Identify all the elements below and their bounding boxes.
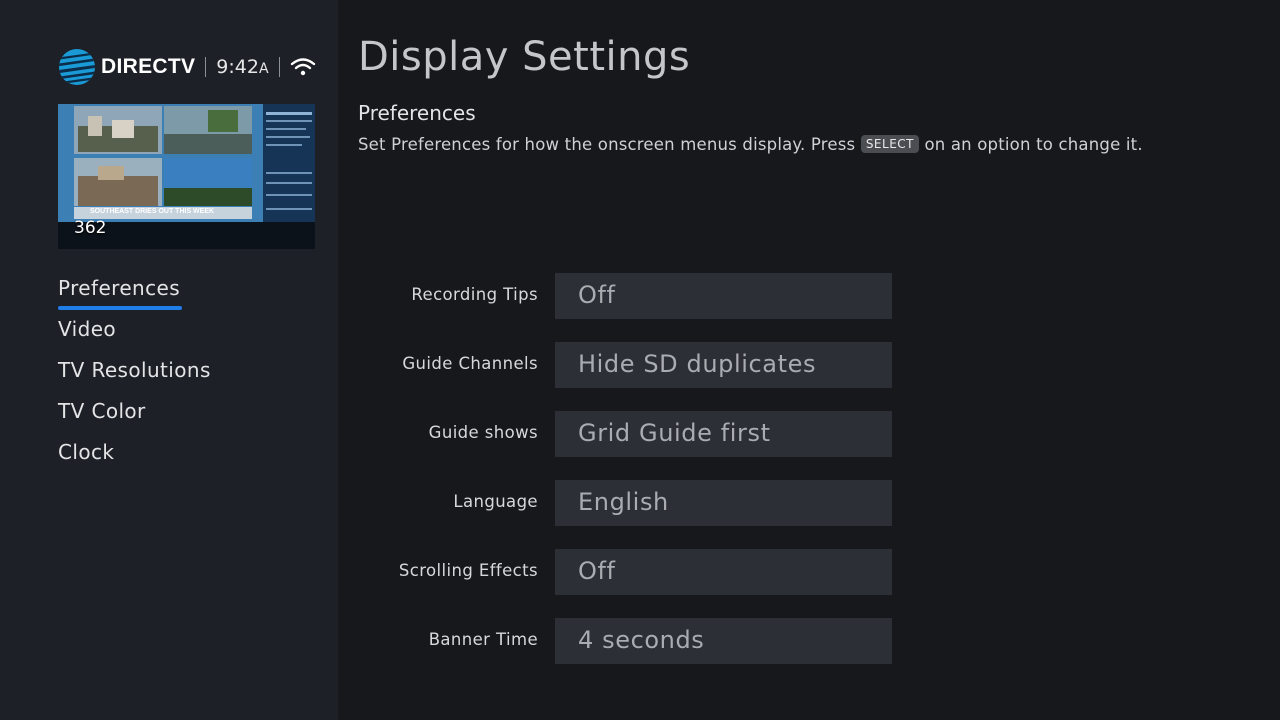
settings-nav: Preferences Video TV Resolutions TV Colo… <box>58 276 211 481</box>
setting-label: Recording Tips <box>411 285 538 304</box>
setting-label: Guide Channels <box>402 354 538 373</box>
live-tv-preview[interactable]: SOUTHEAST DRIES OUT THIS WEEK 362 <box>58 104 315 249</box>
divider <box>278 57 280 77</box>
wifi-icon <box>290 58 315 76</box>
section-title: Preferences <box>358 101 476 125</box>
nav-item-clock[interactable]: Clock <box>58 440 211 481</box>
nav-item-tv-color[interactable]: TV Color <box>58 399 211 440</box>
page-title: Display Settings <box>358 34 691 80</box>
nav-item-video[interactable]: Video <box>58 317 211 358</box>
select-key-badge: SELECT <box>860 135 919 153</box>
setting-label: Language <box>453 492 538 511</box>
setting-value-guide-channels[interactable]: Hide SD duplicates <box>555 342 892 388</box>
brand-header: DIRECTV 9:42A <box>58 47 316 87</box>
nav-item-tv-resolutions[interactable]: TV Resolutions <box>58 358 211 399</box>
channel-number: 362 <box>74 218 107 238</box>
nav-item-preferences[interactable]: Preferences <box>58 276 211 317</box>
preview-ticker: SOUTHEAST DRIES OUT THIS WEEK <box>90 208 215 215</box>
setting-label: Banner Time <box>428 630 538 649</box>
setting-value-guide-shows[interactable]: Grid Guide first <box>555 411 892 457</box>
section-description: Set Preferences for how the onscreen men… <box>358 135 1143 154</box>
setting-value-banner-time[interactable]: 4 seconds <box>555 618 892 664</box>
setting-label: Guide shows <box>428 423 538 442</box>
att-globe-icon <box>59 49 95 85</box>
clock-time: 9:42A <box>216 56 269 78</box>
setting-value-language[interactable]: English <box>555 480 892 526</box>
setting-label: Scrolling Effects <box>398 561 538 580</box>
setting-value-scrolling-effects[interactable]: Off <box>555 549 892 595</box>
divider <box>205 57 207 77</box>
setting-value-recording-tips[interactable]: Off <box>555 273 892 319</box>
brand-name: DIRECTV <box>101 55 196 78</box>
